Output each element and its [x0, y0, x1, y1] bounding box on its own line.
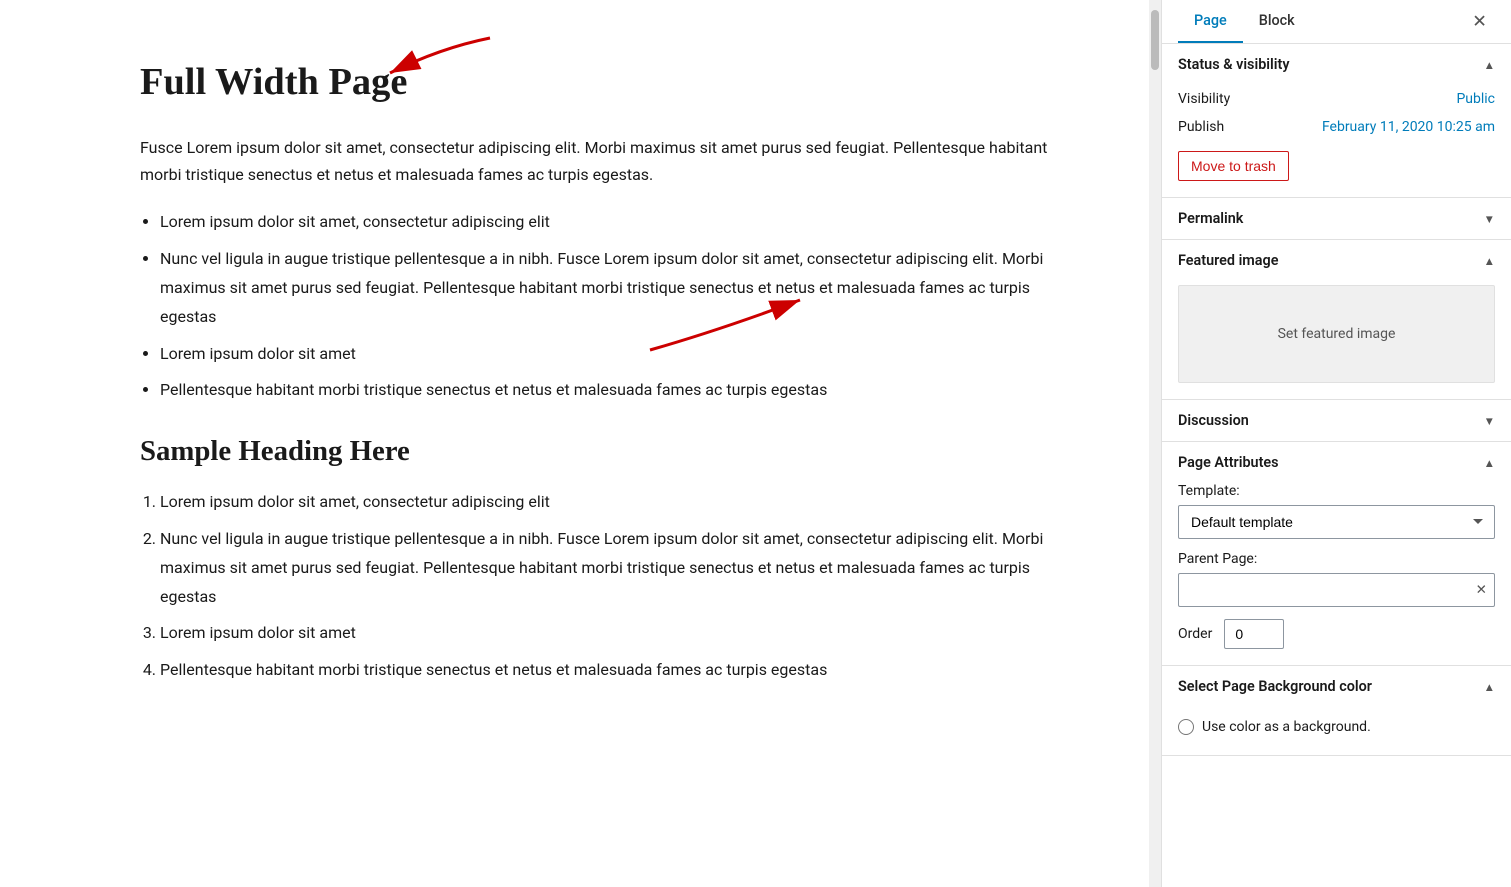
parent-page-label: Parent Page:: [1178, 551, 1495, 567]
template-select[interactable]: Default templateFull Width Template: [1178, 505, 1495, 539]
chevron-up-icon-bg: ▲: [1484, 680, 1495, 694]
section-status-visibility-title: Status & visibility: [1178, 56, 1290, 73]
list-item: Lorem ipsum dolor sit amet: [160, 619, 1069, 648]
parent-page-input-wrapper: ✕: [1178, 573, 1495, 607]
template-label: Template:: [1178, 483, 1495, 499]
arrow-to-template: [1161, 517, 1178, 537]
use-color-radio[interactable]: [1178, 719, 1194, 735]
section-heading: Sample Heading Here: [140, 435, 1069, 468]
visibility-label: Visibility: [1178, 91, 1230, 107]
scrollbar[interactable]: [1149, 0, 1161, 887]
close-button[interactable]: ✕: [1464, 4, 1495, 40]
tab-page[interactable]: Page: [1178, 0, 1243, 43]
section-permalink-title: Permalink: [1178, 210, 1243, 227]
section-discussion-title: Discussion: [1178, 412, 1249, 429]
parent-page-input[interactable]: [1178, 573, 1495, 607]
template-select-wrapper: Default templateFull Width Template: [1178, 505, 1495, 539]
section-permalink-header[interactable]: Permalink ▼: [1162, 198, 1511, 239]
list-item: Lorem ipsum dolor sit amet, consectetur …: [160, 488, 1069, 517]
use-color-label: Use color as a background.: [1202, 719, 1371, 735]
list-item: Nunc vel ligula in augue tristique pelle…: [160, 525, 1069, 611]
use-color-row: Use color as a background.: [1178, 707, 1495, 739]
featured-image-wrapper: Set featured image: [1178, 285, 1495, 383]
publish-value[interactable]: February 11, 2020 10:25 am: [1322, 119, 1495, 135]
set-featured-image-button[interactable]: Set featured image: [1178, 285, 1495, 383]
section-page-attributes: Page Attributes ▲ Template: Default temp…: [1162, 442, 1511, 666]
chevron-up-icon-attrs: ▲: [1484, 456, 1495, 470]
section-page-background-content: Use color as a background.: [1162, 707, 1511, 755]
order-row: Order: [1178, 619, 1495, 649]
section-featured-image: Featured image ▲ Set featured image: [1162, 240, 1511, 400]
list-item: Nunc vel ligula in augue tristique pelle…: [160, 245, 1069, 331]
main-editor: Full Width Page Fusce Lorem ipsum dolor …: [0, 0, 1149, 887]
section-featured-image-content: Set featured image: [1162, 285, 1511, 399]
list-item: Pellentesque habitant morbi tristique se…: [160, 376, 1069, 405]
page-title: Full Width Page: [140, 60, 1069, 104]
chevron-up-icon: ▲: [1484, 58, 1495, 72]
ordered-list: Lorem ipsum dolor sit amet, consectetur …: [160, 488, 1069, 685]
list-item: Lorem ipsum dolor sit amet: [160, 340, 1069, 369]
sidebar-tabs: Page Block ✕: [1162, 0, 1511, 44]
visibility-value[interactable]: Public: [1456, 91, 1495, 107]
sidebar-panel: Page Block ✕ Status & visibility ▲ Visib…: [1161, 0, 1511, 887]
section-status-visibility: Status & visibility ▲ Visibility Public …: [1162, 44, 1511, 198]
section-page-attributes-content: Template: Default templateFull Width Tem…: [1162, 483, 1511, 665]
body-paragraph: Fusce Lorem ipsum dolor sit amet, consec…: [140, 134, 1069, 188]
move-to-trash-button[interactable]: Move to trash: [1178, 151, 1289, 181]
list-item: Pellentesque habitant morbi tristique se…: [160, 656, 1069, 685]
order-label: Order: [1178, 626, 1212, 642]
section-featured-image-title: Featured image: [1178, 252, 1278, 269]
arrow-to-featured-box: [1161, 295, 1178, 335]
section-page-background-header[interactable]: Select Page Background color ▲: [1162, 666, 1511, 707]
section-status-visibility-header[interactable]: Status & visibility ▲: [1162, 44, 1511, 85]
section-featured-image-header[interactable]: Featured image ▲: [1162, 240, 1511, 281]
chevron-up-icon-featured: ▲: [1484, 254, 1495, 268]
tab-block[interactable]: Block: [1243, 0, 1311, 43]
section-page-background-title: Select Page Background color: [1178, 678, 1372, 695]
chevron-down-icon-discussion: ▼: [1484, 414, 1495, 428]
section-discussion-header[interactable]: Discussion ▼: [1162, 400, 1511, 441]
chevron-down-icon: ▼: [1484, 212, 1495, 226]
scrollbar-thumb[interactable]: [1151, 10, 1159, 70]
section-page-background: Select Page Background color ▲ Use color…: [1162, 666, 1511, 756]
publish-row: Publish February 11, 2020 10:25 am: [1178, 113, 1495, 141]
order-input[interactable]: [1224, 619, 1284, 649]
section-status-visibility-content: Visibility Public Publish February 11, 2…: [1162, 85, 1511, 197]
publish-label: Publish: [1178, 119, 1224, 135]
clear-parent-page-icon[interactable]: ✕: [1476, 582, 1487, 598]
list-item: Lorem ipsum dolor sit amet, consectetur …: [160, 208, 1069, 237]
section-page-attributes-title: Page Attributes: [1178, 454, 1279, 471]
section-discussion: Discussion ▼: [1162, 400, 1511, 442]
bullet-list: Lorem ipsum dolor sit amet, consectetur …: [160, 208, 1069, 405]
section-permalink: Permalink ▼: [1162, 198, 1511, 240]
section-page-attributes-header[interactable]: Page Attributes ▲: [1162, 442, 1511, 483]
visibility-row: Visibility Public: [1178, 85, 1495, 113]
